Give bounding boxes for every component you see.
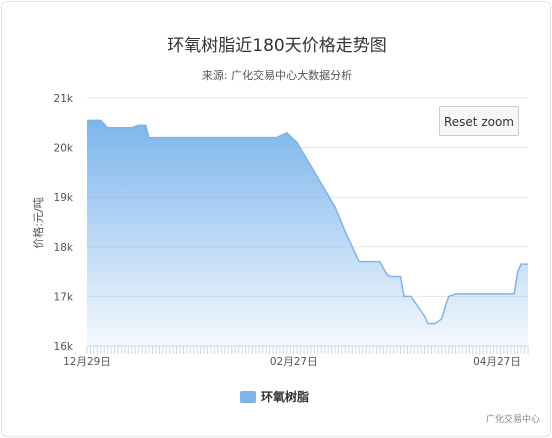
- y-tick-label: 19k: [54, 192, 74, 204]
- legend-swatch[interactable]: [240, 391, 256, 403]
- y-tick-label: 17k: [54, 291, 74, 303]
- area-series: [87, 119, 528, 346]
- chart-title: 环氧树脂近180天价格走势图: [167, 36, 386, 56]
- chart-container: 环氧树脂近180天价格走势图 来源: 广化交易中心大数据分析 价格:元/吨 16…: [1, 1, 551, 437]
- legend-label[interactable]: 环氧树脂: [261, 389, 309, 404]
- area-fill: [87, 120, 528, 346]
- y-axis-tick-labels: 16k 17k 18k 19k 20k 21k: [54, 93, 74, 353]
- chart-credit[interactable]: 广化交易中心: [486, 413, 540, 425]
- x-tick-label: 12月29日: [63, 356, 111, 368]
- x-axis-ticks: [86, 345, 529, 354]
- x-tick-label: 02月27日: [270, 356, 318, 368]
- chart-subtitle: 来源: 广化交易中心大数据分析: [202, 68, 352, 82]
- y-tick-label: 20k: [54, 143, 74, 155]
- x-tick-label: 04月27日: [473, 356, 521, 368]
- chart-svg: 环氧树脂近180天价格走势图 来源: 广化交易中心大数据分析 价格:元/吨 16…: [31, 36, 540, 425]
- x-axis-tick-labels: 12月29日 02月27日 04月27日: [63, 356, 521, 368]
- y-tick-label: 16k: [54, 341, 74, 353]
- reset-zoom-button[interactable]: Reset zoom: [439, 106, 519, 136]
- y-tick-label: 18k: [54, 242, 74, 254]
- legend[interactable]: 环氧树脂: [240, 389, 309, 404]
- y-axis-label: 价格:元/吨: [31, 197, 45, 248]
- y-tick-label: 21k: [54, 93, 74, 105]
